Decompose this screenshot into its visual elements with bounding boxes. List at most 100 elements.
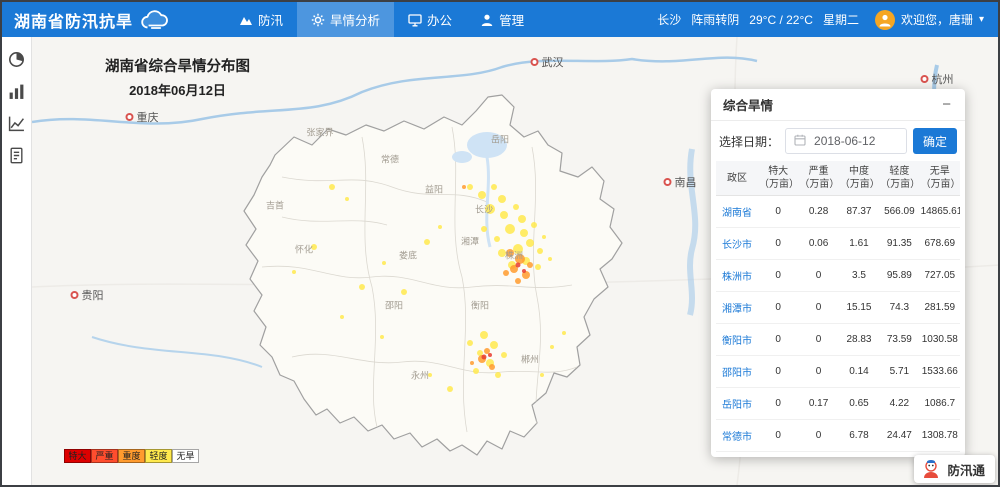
value-cell: 1086.7 <box>920 388 960 420</box>
flood-icon <box>239 13 253 27</box>
value-cell: 28.83 <box>839 324 879 356</box>
value-cell: 0 <box>798 452 838 458</box>
value-cell: 5.32 <box>839 452 879 458</box>
region-link[interactable]: 张家界市 <box>716 452 758 458</box>
city-label: 南昌 <box>664 174 697 190</box>
district-label: 娄底 <box>399 249 417 262</box>
date-value: 2018-06-12 <box>814 134 875 148</box>
table-row: 株洲市003.595.89727.05 <box>716 260 960 292</box>
region-link[interactable]: 长沙市 <box>716 228 758 260</box>
value-cell: 0.65 <box>839 388 879 420</box>
district-label: 长沙 <box>475 203 493 216</box>
district-label: 怀化 <box>295 243 313 256</box>
region-link[interactable]: 常德市 <box>716 420 758 452</box>
confirm-button[interactable]: 确定 <box>913 128 957 154</box>
value-cell: 0.14 <box>839 356 879 388</box>
weather-condition: 阵雨转阴 <box>691 11 739 28</box>
city-marker-icon <box>664 178 672 186</box>
badge-label: 防汛通 <box>947 460 985 479</box>
value-cell: 3.5 <box>839 260 879 292</box>
drought-table[interactable]: 政区特大（万亩）严重（万亩）中度（万亩）轻度（万亩）无旱（万亩） 湖南省00.2… <box>711 161 965 457</box>
value-cell: 15.15 <box>839 292 879 324</box>
calendar-icon <box>794 134 806 149</box>
value-cell: 73.59 <box>879 324 919 356</box>
column-header: 政区 <box>716 161 758 196</box>
drought-panel: 综合旱情 − 选择日期： 2018-06-12 确定 <box>711 89 965 457</box>
legend-item: 无旱 <box>172 449 199 463</box>
app-brand: 湖南省防汛抗旱 <box>2 8 183 32</box>
value-cell: 74.3 <box>879 292 919 324</box>
region-link[interactable]: 湖南省 <box>716 196 758 228</box>
district-label: 吉首 <box>266 199 284 212</box>
pie-chart-icon[interactable] <box>8 51 25 68</box>
city-marker-icon <box>921 75 929 83</box>
value-cell: 0 <box>758 452 798 458</box>
city-label: 贵阳 <box>71 287 104 303</box>
city-marker-icon <box>126 113 134 121</box>
map-title-line2: 2018年06月12日 <box>70 80 285 99</box>
city-label: 武汉 <box>531 54 564 70</box>
column-header: 特大（万亩） <box>758 161 798 196</box>
map-title: 湖南省综合旱情分布图 2018年06月12日 <box>70 55 285 99</box>
district-label: 张家界 <box>306 126 333 139</box>
line-chart-icon[interactable] <box>8 115 25 132</box>
main-nav: 防汛 旱情分析 办公 <box>225 2 538 37</box>
date-label: 选择日期： <box>719 133 779 150</box>
table-body: 湖南省00.2887.37566.0914865.61长沙市00.061.619… <box>716 196 960 458</box>
collapse-button[interactable]: − <box>940 97 953 112</box>
date-input[interactable]: 2018-06-12 <box>785 128 907 154</box>
district-label: 益阳 <box>425 183 443 196</box>
region-link[interactable]: 株洲市 <box>716 260 758 292</box>
user-menu[interactable]: 欢迎您，唐珊 ▾ <box>859 10 998 30</box>
table-row: 衡阳市0028.8373.591030.58 <box>716 324 960 356</box>
value-cell: 0 <box>758 420 798 452</box>
district-label: 岳阳 <box>491 133 509 146</box>
manage-icon <box>480 13 494 27</box>
nav-office[interactable]: 办公 <box>394 2 466 37</box>
region-link[interactable]: 衡阳市 <box>716 324 758 356</box>
city-label: 重庆 <box>126 109 159 125</box>
value-cell: 1030.58 <box>920 324 960 356</box>
value-cell: 0 <box>798 260 838 292</box>
legend-item: 严重 <box>91 449 118 463</box>
value-cell: 87.37 <box>839 196 879 228</box>
weather-info: 长沙 阵雨转阴 29°C / 22°C 星期二 <box>657 11 859 28</box>
nav-flood[interactable]: 防汛 <box>225 2 297 37</box>
map-area[interactable]: 湖南省综合旱情分布图 2018年06月12日 重庆 武汉杭州南昌贵阳 张家界吉首常德… <box>32 37 998 485</box>
top-header: 湖南省防汛抗旱 防汛 <box>2 2 998 37</box>
value-cell: 0 <box>758 196 798 228</box>
value-cell: 0.17 <box>798 388 838 420</box>
column-header: 中度（万亩） <box>839 161 879 196</box>
report-icon[interactable] <box>8 147 25 164</box>
value-cell: 281.59 <box>920 292 960 324</box>
nav-label: 防汛 <box>258 10 283 29</box>
weather-temps: 29°C / 22°C <box>749 13 813 27</box>
value-cell: 1.61 <box>839 228 879 260</box>
value-cell: 0.28 <box>798 196 838 228</box>
fangxuntong-badge[interactable]: 防汛通 <box>914 455 995 483</box>
table-row: 岳阳市00.170.654.221086.7 <box>716 388 960 420</box>
region-link[interactable]: 岳阳市 <box>716 388 758 420</box>
value-cell: 0.06 <box>798 228 838 260</box>
city-label: 杭州 <box>921 71 954 87</box>
nav-manage[interactable]: 管理 <box>466 2 538 37</box>
nav-drought-analysis[interactable]: 旱情分析 <box>297 2 394 37</box>
value-cell: 0 <box>758 324 798 356</box>
chevron-down-icon: ▾ <box>979 14 984 25</box>
legend-item: 重度 <box>118 449 145 463</box>
left-sidebar <box>2 37 32 485</box>
district-label: 衡阳 <box>471 299 489 312</box>
bar-chart-icon[interactable] <box>8 83 25 100</box>
panel-title: 综合旱情 <box>723 95 773 114</box>
legend-item: 轻度 <box>145 449 172 463</box>
weather-weekday: 星期二 <box>823 11 859 28</box>
mascot-icon <box>920 458 942 480</box>
value-cell: 0 <box>798 324 838 356</box>
table-row: 湖南省00.2887.37566.0914865.61 <box>716 196 960 228</box>
value-cell: 0 <box>758 228 798 260</box>
weather-city: 长沙 <box>657 11 681 28</box>
region-link[interactable]: 邵阳市 <box>716 356 758 388</box>
value-cell: 0 <box>798 292 838 324</box>
region-link[interactable]: 湘潭市 <box>716 292 758 324</box>
value-cell: 5.71 <box>879 356 919 388</box>
